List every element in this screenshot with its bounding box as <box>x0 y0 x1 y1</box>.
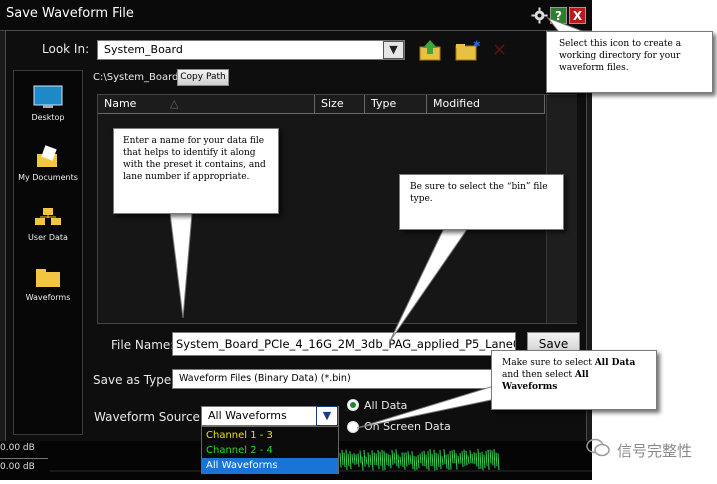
callout-text: and then select <box>502 370 575 380</box>
callout-file-type: Be sure to select the “bin” file type. <box>399 174 564 230</box>
wechat-icon <box>585 437 611 463</box>
callout-text: Enter a name for your data file that hel… <box>123 136 266 182</box>
callout-text: Make sure to select <box>502 358 595 368</box>
callout-text: Be sure to select the “bin” file type. <box>410 182 548 204</box>
callout-text: Select this icon to create a working dir… <box>559 39 682 73</box>
callout-new-directory: Select this icon to create a working dir… <box>546 31 713 93</box>
watermark: 信号完整性 <box>585 437 692 463</box>
callout-select-all: Make sure to select All Data and then se… <box>491 350 657 410</box>
watermark-text: 信号完整性 <box>617 441 693 460</box>
callout-file-name: Enter a name for your data file that hel… <box>113 128 279 214</box>
callout-bold-all-data: All Data <box>594 358 636 368</box>
